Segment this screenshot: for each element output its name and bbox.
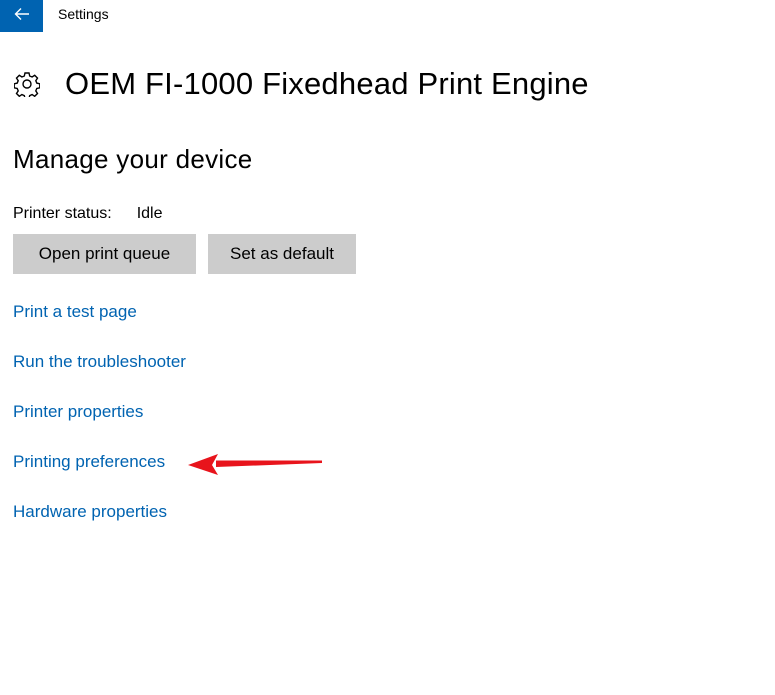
device-links: Print a test page Run the troubleshooter… xyxy=(13,301,186,551)
page-header: OEM FI-1000 Fixedhead Print Engine xyxy=(13,62,589,106)
link-print-test-page[interactable]: Print a test page xyxy=(13,301,186,323)
action-buttons: Open print queue Set as default xyxy=(13,234,356,274)
title-bar: Settings xyxy=(0,0,775,32)
red-arrow-icon xyxy=(186,452,326,481)
link-printer-properties[interactable]: Printer properties xyxy=(13,401,186,423)
printer-status-row: Printer status: Idle xyxy=(13,205,163,223)
open-print-queue-button[interactable]: Open print queue xyxy=(13,234,196,274)
app-title: Settings xyxy=(58,6,109,22)
printer-status-value: Idle xyxy=(136,205,163,222)
link-printing-preferences[interactable]: Printing preferences xyxy=(13,451,186,473)
page-title: OEM FI-1000 Fixedhead Print Engine xyxy=(65,66,589,101)
link-run-troubleshooter[interactable]: Run the troubleshooter xyxy=(13,351,186,373)
link-hardware-properties[interactable]: Hardware properties xyxy=(13,501,186,523)
arrow-left-icon xyxy=(14,7,30,26)
back-button[interactable] xyxy=(0,0,43,32)
set-as-default-button[interactable]: Set as default xyxy=(208,234,356,274)
section-title: Manage your device xyxy=(13,144,253,174)
gear-icon xyxy=(13,70,41,98)
printer-status-label: Printer status: xyxy=(13,205,112,222)
